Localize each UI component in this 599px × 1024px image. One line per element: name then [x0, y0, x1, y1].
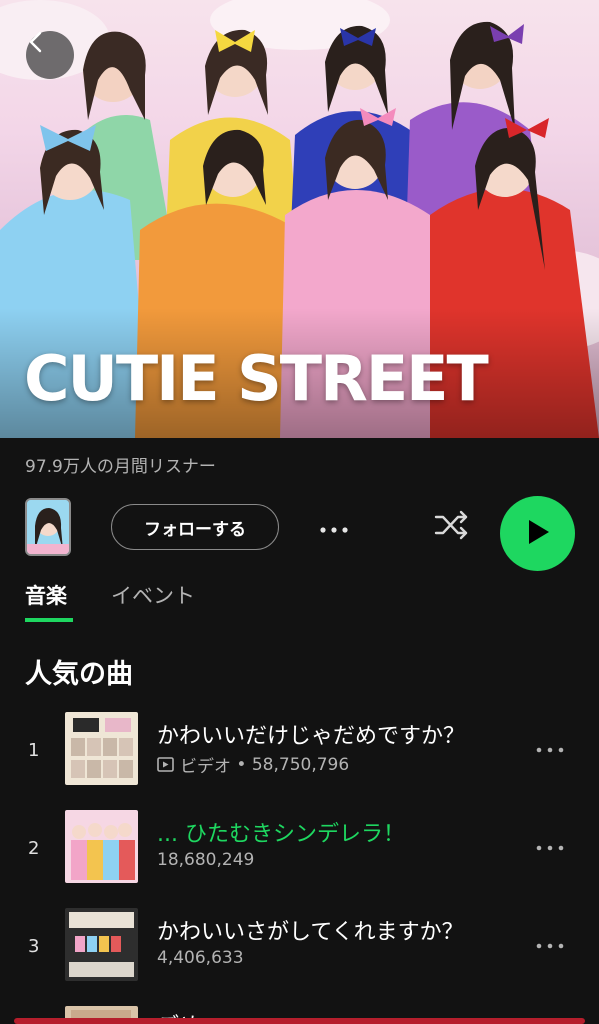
separator-dot: •: [231, 754, 252, 775]
track-more-button[interactable]: [533, 832, 567, 858]
play-button[interactable]: [500, 496, 575, 571]
track-artwork: [65, 810, 138, 883]
now-playing-indicator: ...: [157, 822, 185, 847]
shuffle-button[interactable]: [432, 509, 472, 545]
monthly-listeners: 97.9万人の月間リスナー: [25, 457, 216, 477]
track-row[interactable]: 2 ... ひたむきシンデレラ！ 18,680,249: [0, 810, 599, 898]
video-icon: [157, 757, 174, 772]
track-rank: 2: [28, 838, 40, 859]
track-artwork: [65, 908, 138, 981]
track-rank: 3: [28, 936, 40, 957]
track-title-now-playing: ... ひたむきシンデレラ！: [157, 816, 405, 848]
track-more-button[interactable]: [533, 930, 567, 956]
artist-actions: フォローする: [0, 496, 599, 571]
play-count: 4,406,633: [157, 948, 244, 968]
track-more-button[interactable]: [533, 734, 567, 760]
back-button[interactable]: [26, 31, 74, 79]
track-row[interactable]: 3 かわいいさがしてくれますか？ 4,406,633: [0, 908, 599, 996]
shuffle-icon: [434, 510, 470, 544]
track-title: かわいいだけじゃだめですか？: [157, 724, 466, 749]
tab-events[interactable]: イベント: [111, 580, 195, 610]
artist-name: CUTIE STREET: [24, 342, 489, 415]
play-count: 18,680,249: [157, 850, 255, 870]
artist-header-image: CUTIE STREET: [0, 0, 599, 438]
play-count: 58,750,796: [251, 754, 350, 775]
track-artwork: [65, 712, 138, 785]
preview-image: [27, 500, 69, 554]
track-meta: 4,406,633: [157, 948, 244, 968]
more-horizontal-icon: [535, 934, 565, 953]
track-title: かわいいさがしてくれますか？: [157, 920, 464, 945]
track-row[interactable]: 1 かわいいだけじゃだめですか？ ビデオ • 58,750,796: [0, 712, 599, 800]
artist-preview-thumbnail[interactable]: [25, 498, 71, 556]
more-options-button[interactable]: [314, 510, 354, 544]
follow-button[interactable]: フォローする: [111, 504, 279, 550]
now-playing-bar-edge[interactable]: [14, 1018, 585, 1024]
selected-tab-indicator: [25, 618, 73, 622]
track-title: ひたむきシンデレラ！: [184, 822, 405, 847]
track-meta: ビデオ • 58,750,796: [157, 752, 349, 777]
more-horizontal-icon: [535, 738, 565, 757]
more-horizontal-icon: [535, 836, 565, 855]
track-rank: 1: [28, 740, 40, 761]
play-icon: [525, 518, 551, 550]
tab-music[interactable]: 音楽: [25, 580, 67, 610]
track-meta: 18,680,249: [157, 850, 254, 870]
video-label: ビデオ: [180, 757, 231, 777]
popular-tracks-title: 人気の曲: [25, 659, 133, 690]
more-horizontal-icon: [319, 518, 349, 537]
content-tabs: 音楽 イベント: [0, 580, 599, 624]
